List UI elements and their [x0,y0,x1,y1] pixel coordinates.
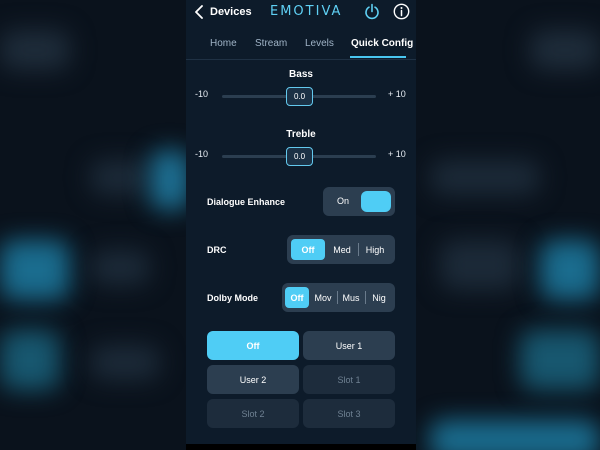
background-blob [0,240,70,300]
background-blob [430,160,540,195]
preset-slot-2-button[interactable]: Slot 2 [207,399,299,428]
power-icon[interactable] [364,3,380,20]
app-screen: Devices EMOTIVA Home Stream Levels Quick… [186,0,416,450]
treble-max-label: + 10 [388,149,406,159]
treble-title: Treble [286,129,316,140]
emotiva-logo: EMOTIVA [270,4,343,19]
bass-slider-row: -10 0.0 + 10 [186,85,416,107]
app-header: Devices EMOTIVA [186,0,416,24]
dolby-option-nig[interactable]: Nig [366,287,392,308]
background-blob [540,240,600,300]
bass-min-label: -10 [195,89,209,99]
dialogue-enhance-state: On [337,196,350,206]
dialogue-enhance-label: Dialogue Enhance [207,197,286,207]
back-label: Devices [210,6,252,18]
back-to-devices-button[interactable]: Devices [194,3,252,21]
treble-slider-thumb[interactable]: 0.0 [286,147,313,166]
bass-title: Bass [289,69,313,80]
info-icon[interactable] [393,3,410,20]
treble-slider-row: -10 0.0 + 10 [186,145,416,167]
tab-stream[interactable]: Stream [255,38,287,49]
background-blob [520,330,600,390]
preset-slot-1-button[interactable]: Slot 1 [303,365,395,394]
dolby-option-mus[interactable]: Mus [338,287,364,308]
background-blob [90,250,150,285]
preset-slot-3-button[interactable]: Slot 3 [303,399,395,428]
background-blob [430,420,600,450]
bass-slider-track[interactable]: 0.0 [222,87,376,106]
tab-quick-config[interactable]: Quick Config [351,38,413,49]
background-blob [0,330,60,390]
preset-user-2-button[interactable]: User 2 [207,365,299,394]
toggle-knob [361,191,391,212]
dolby-option-off[interactable]: Off [285,287,309,308]
background-blob [90,345,160,380]
dolby-mode-selector: Off Mov Mus Nig [282,283,395,312]
background-blob [0,30,70,70]
background-blob [90,160,150,195]
dolby-mode-label: Dolby Mode [207,293,258,303]
drc-selector: Off Med High [287,235,395,264]
treble-min-label: -10 [195,149,209,159]
tab-home[interactable]: Home [210,38,237,49]
preset-off-button[interactable]: Off [207,331,299,360]
bass-max-label: + 10 [388,89,406,99]
tab-levels[interactable]: Levels [305,38,334,49]
dialogue-enhance-toggle[interactable]: On [323,187,395,216]
active-tab-indicator [350,56,406,58]
drc-option-med[interactable]: Med [327,239,357,260]
bottom-edge [186,444,416,450]
chevron-left-icon [195,5,203,19]
background-blob [440,240,520,290]
background-blob [530,30,600,70]
drc-option-off[interactable]: Off [291,239,325,260]
treble-slider-track[interactable]: 0.0 [222,147,376,166]
dolby-option-mov[interactable]: Mov [310,287,336,308]
bass-slider-thumb[interactable]: 0.0 [286,87,313,106]
drc-label: DRC [207,245,227,255]
background-blob [150,150,190,210]
preset-user-1-button[interactable]: User 1 [303,331,395,360]
drc-option-high[interactable]: High [359,239,391,260]
